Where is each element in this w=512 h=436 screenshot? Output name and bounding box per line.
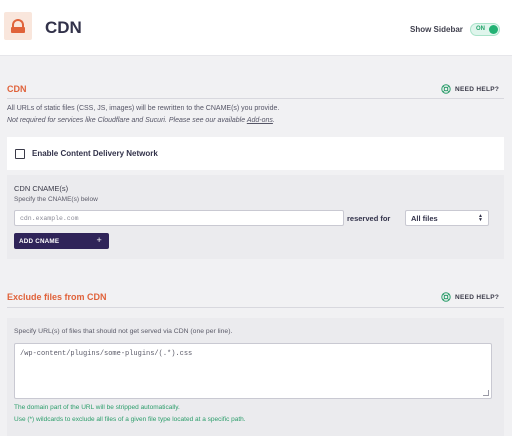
need-help-label: NEED HELP? <box>455 85 500 93</box>
cdn-cname-panel: CDN CNAME(s) Specify the CNAME(s) below … <box>7 175 504 259</box>
exclude-files-textarea[interactable]: /wp-content/plugins/some-plugins/(.*).cs… <box>14 343 492 399</box>
enable-cdn-label[interactable]: Enable Content Delivery Network <box>32 149 158 158</box>
exclude-note-domain: The domain part of the URL will be strip… <box>14 404 180 411</box>
toggle-knob <box>489 25 498 34</box>
cname-input[interactable]: cdn.example.com <box>14 210 344 226</box>
cdn-section-divider <box>7 98 504 99</box>
add-cname-button[interactable]: ADD CNAME + <box>14 233 109 249</box>
exclude-placeholder: /wp-content/plugins/some-plugins/(.*).cs… <box>20 350 193 358</box>
page-header: CDN Show Sidebar ON <box>0 0 512 56</box>
exclude-section-divider <box>7 307 504 308</box>
show-sidebar-label: Show Sidebar <box>410 25 463 34</box>
lifebuoy-icon <box>441 84 451 94</box>
exclude-hint: Specify URL(s) of files that should not … <box>14 328 233 335</box>
addons-link[interactable]: Add-ons <box>247 117 273 124</box>
enable-cdn-box: Enable Content Delivery Network <box>7 137 504 170</box>
lifebuoy-icon <box>441 292 451 302</box>
resize-handle-icon[interactable] <box>483 390 489 396</box>
cname-placeholder: cdn.example.com <box>20 214 79 222</box>
reserved-for-value: All files <box>411 213 438 223</box>
plus-icon: + <box>96 235 102 245</box>
cdn-note-text: Not required for services like Cloudflar… <box>7 117 247 124</box>
reserved-for-select[interactable]: All files ▲ ▼ <box>405 210 489 226</box>
page-title: CDN <box>45 18 82 37</box>
need-help-label: NEED HELP? <box>455 293 500 301</box>
show-sidebar-toggle[interactable]: ON <box>470 23 500 36</box>
exclude-section-title: Exclude files from CDN <box>7 292 107 302</box>
add-cname-label: ADD CNAME <box>19 237 60 245</box>
select-arrows-icon: ▲ ▼ <box>478 213 483 223</box>
cdn-need-help-link[interactable]: NEED HELP? <box>441 84 499 94</box>
exclude-panel: Specify URL(s) of files that should not … <box>7 318 504 436</box>
exclude-note-wildcards: Use (*) wildcards to exclude all files o… <box>14 416 246 423</box>
cname-hint: Specify the CNAME(s) below <box>14 196 98 203</box>
wp-rocket-logo-icon <box>4 12 32 40</box>
cdn-description: All URLs of static files (CSS, JS, image… <box>7 105 280 112</box>
enable-cdn-checkbox[interactable] <box>15 149 25 159</box>
cdn-note: Not required for services like Cloudflar… <box>7 117 275 124</box>
cname-label: CDN CNAME(s) <box>14 184 69 193</box>
cdn-section-title: CDN <box>7 84 27 94</box>
toggle-state-label: ON <box>476 26 485 32</box>
reserved-for-label: reserved for <box>347 214 391 223</box>
exclude-need-help-link[interactable]: NEED HELP? <box>441 292 499 302</box>
